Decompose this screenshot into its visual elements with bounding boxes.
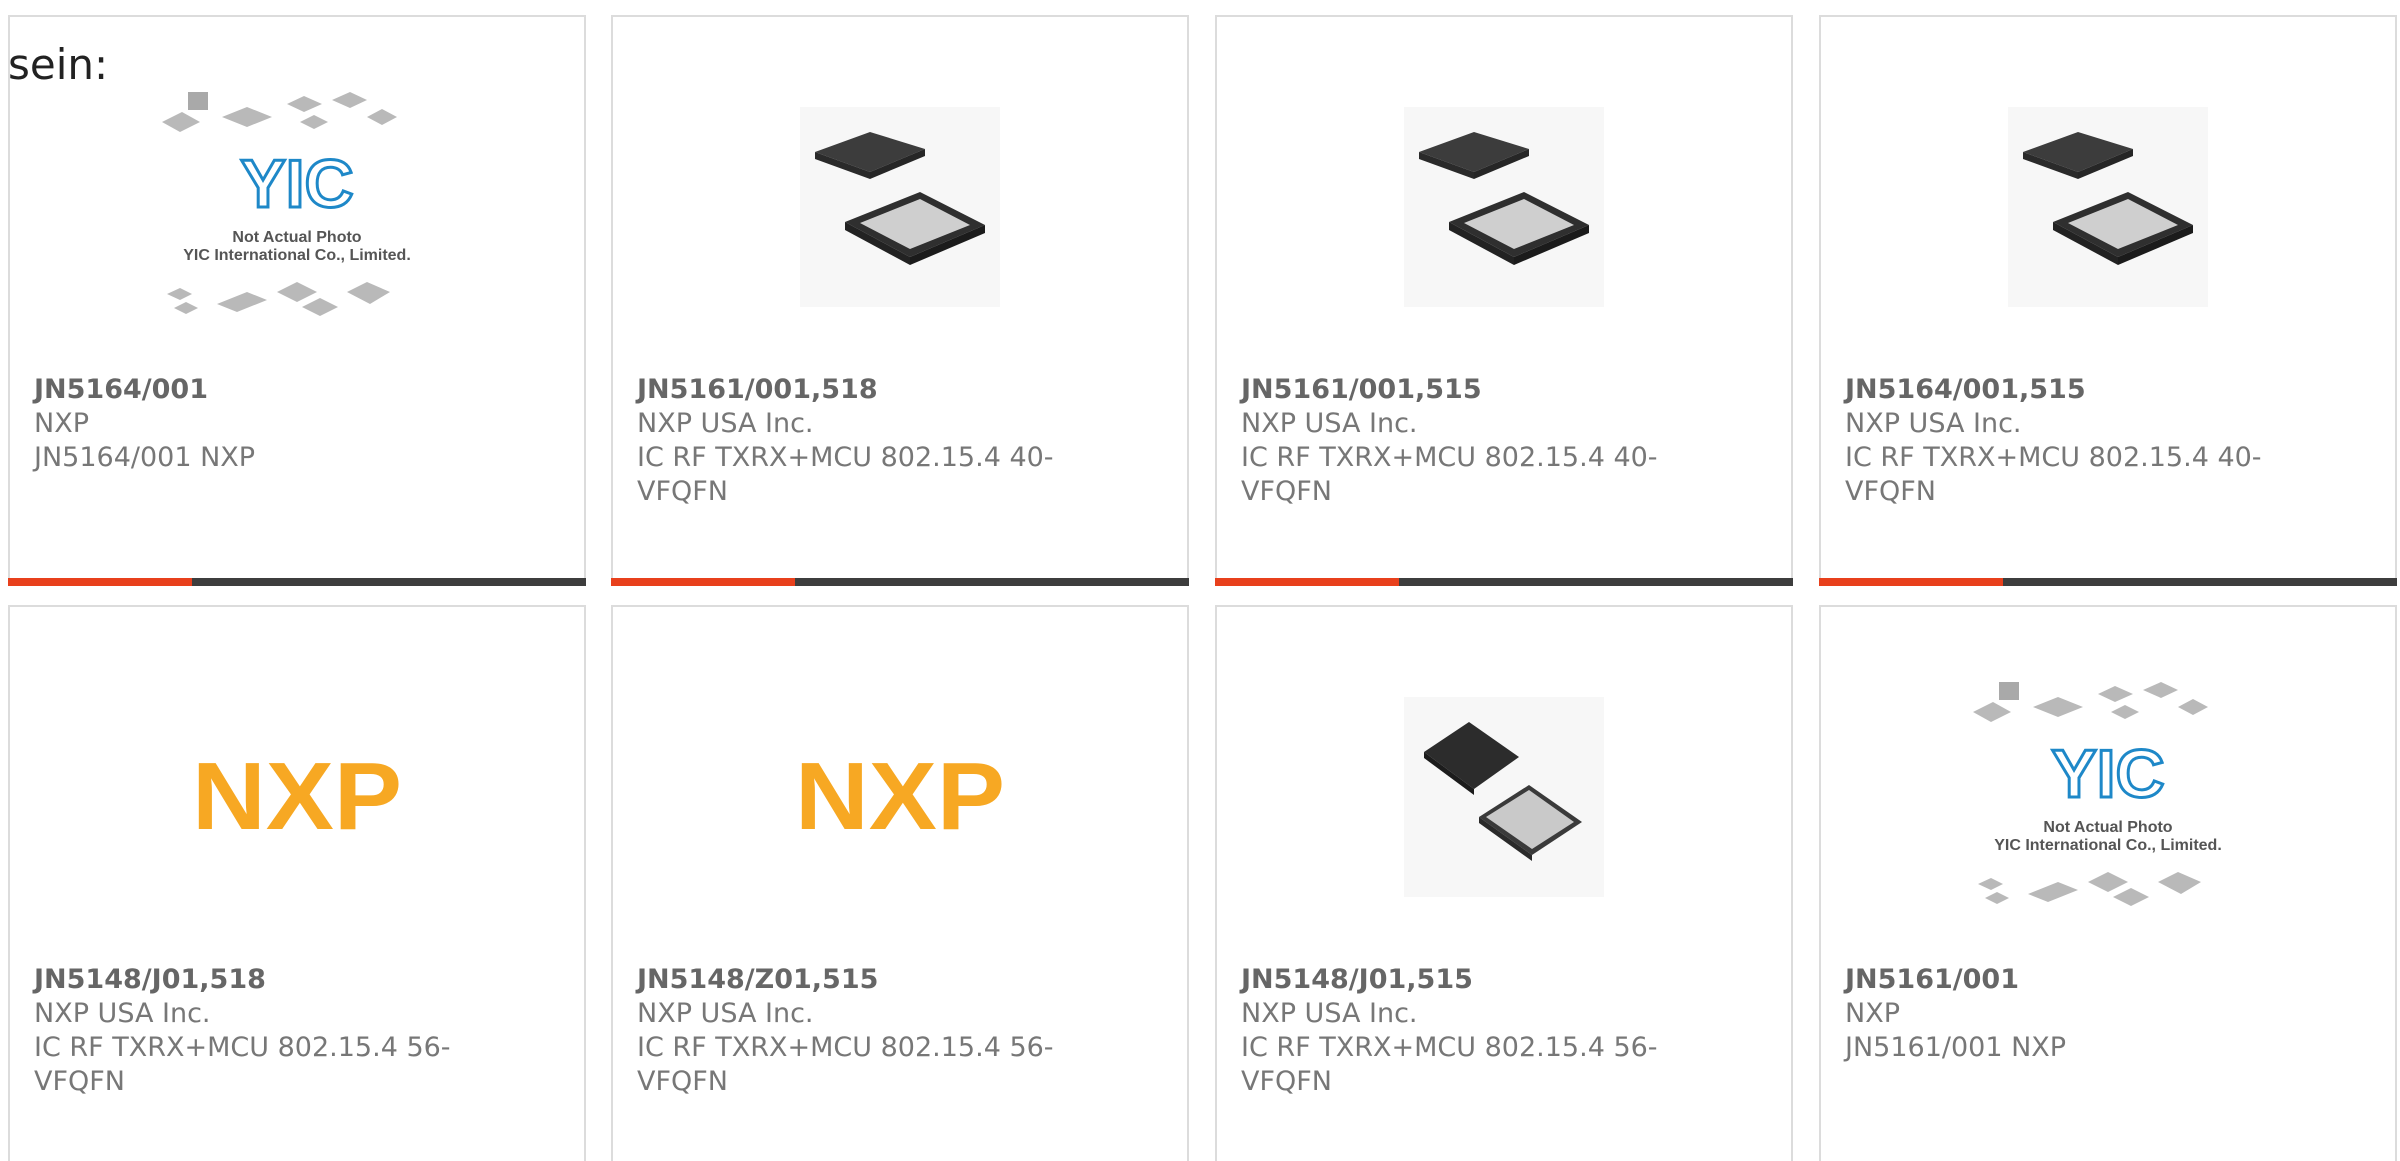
product-image[interactable] — [1217, 77, 1791, 337]
part-number-link[interactable]: JN5148/Z01,515 — [637, 963, 1163, 997]
product-details: JN5148/J01,515 NXP USA Inc. IC RF TXRX+M… — [1241, 963, 1767, 1099]
qfn-chip-icon — [800, 107, 1000, 307]
card-accent-bar — [611, 578, 795, 586]
svg-text:NXP: NXP — [192, 757, 402, 837]
manufacturer: NXP USA Inc. — [1845, 408, 2022, 439]
part-number-link[interactable]: JN5161/001,515 — [1241, 373, 1767, 407]
product-image[interactable] — [1821, 77, 2395, 337]
description: IC RF TXRX+MCU 802.15.4 56-VFQFN — [1241, 1032, 1658, 1097]
product-image[interactable]: NXP — [613, 667, 1187, 927]
not-actual-photo-placeholder-icon: YIC Not Actual Photo YIC International C… — [1973, 682, 2222, 906]
product-card[interactable]: JN5148/J01,515 NXP USA Inc. IC RF TXRX+M… — [1215, 605, 1793, 1161]
part-number-link[interactable]: JN5161/001,518 — [637, 373, 1163, 407]
product-card[interactable]: JN5161/001,518 NXP USA Inc. IC RF TXRX+M… — [611, 15, 1189, 586]
part-number-link[interactable]: JN5148/J01,515 — [1241, 963, 1767, 997]
manufacturer: NXP USA Inc. — [34, 998, 211, 1029]
manufacturer: NXP USA Inc. — [637, 998, 814, 1029]
description: IC RF TXRX+MCU 802.15.4 40-VFQFN — [637, 442, 1054, 507]
product-details: JN5164/001 NXP JN5164/001 NXP — [34, 373, 560, 475]
qfn-chip-angled-icon — [1404, 697, 1604, 897]
product-details: JN5161/001 NXP JN5161/001 NXP — [1845, 963, 2371, 1065]
product-card[interactable]: YIC Not Actual Photo YIC International C… — [1819, 605, 2397, 1161]
card-bottom-bar — [8, 578, 586, 586]
product-card[interactable]: JN5161/001,515 NXP USA Inc. IC RF TXRX+M… — [1215, 15, 1793, 586]
card-bottom-bar — [1819, 578, 2397, 586]
svg-text:YIC: YIC — [240, 146, 353, 222]
description: JN5161/001 NXP — [1845, 1032, 2067, 1063]
product-card[interactable]: NXP JN5148/J01,518 NXP USA Inc. IC RF TX… — [8, 605, 586, 1161]
product-details: JN5161/001,518 NXP USA Inc. IC RF TXRX+M… — [637, 373, 1163, 509]
product-image[interactable]: YIC Not Actual Photo YIC International C… — [1821, 667, 2395, 927]
nxp-logo-icon: NXP — [795, 757, 1005, 837]
card-accent-bar — [1215, 578, 1399, 586]
part-number-link[interactable]: JN5164/001,515 — [1845, 373, 2371, 407]
svg-text:YIC International Co., Limited: YIC International Co., Limited. — [183, 247, 411, 264]
product-image[interactable] — [1217, 667, 1791, 927]
card-accent-bar — [1819, 578, 2003, 586]
qfn-chip-icon — [1404, 107, 1604, 307]
product-card[interactable]: JN5164/001,515 NXP USA Inc. IC RF TXRX+M… — [1819, 15, 2397, 586]
part-number-link[interactable]: JN5161/001 — [1845, 963, 2371, 997]
product-image[interactable]: YIC Not Actual Photo YIC International C… — [10, 77, 584, 337]
product-image[interactable]: NXP — [10, 667, 584, 927]
product-image[interactable] — [613, 77, 1187, 337]
svg-text:YIC: YIC — [2051, 736, 2164, 812]
product-details: JN5148/Z01,515 NXP USA Inc. IC RF TXRX+M… — [637, 963, 1163, 1099]
product-details: JN5148/J01,518 NXP USA Inc. IC RF TXRX+M… — [34, 963, 560, 1099]
product-details: JN5164/001,515 NXP USA Inc. IC RF TXRX+M… — [1845, 373, 2371, 509]
product-details: JN5161/001,515 NXP USA Inc. IC RF TXRX+M… — [1241, 373, 1767, 509]
svg-text:NXP: NXP — [795, 757, 1005, 837]
product-grid-page: sein: YIC Not Actual Photo YIC Internati… — [0, 0, 2400, 1161]
description: IC RF TXRX+MCU 802.15.4 40-VFQFN — [1241, 442, 1658, 507]
card-accent-bar — [8, 578, 192, 586]
card-bottom-bar — [611, 578, 1189, 586]
description: IC RF TXRX+MCU 802.15.4 40-VFQFN — [1845, 442, 2262, 507]
card-bottom-bar — [1215, 578, 1793, 586]
manufacturer: NXP USA Inc. — [637, 408, 814, 439]
svg-text:YIC International Co., Limited: YIC International Co., Limited. — [1994, 837, 2222, 854]
description: JN5164/001 NXP — [34, 442, 256, 473]
product-card[interactable]: NXP JN5148/Z01,515 NXP USA Inc. IC RF TX… — [611, 605, 1189, 1161]
product-card[interactable]: YIC Not Actual Photo YIC International C… — [8, 15, 586, 586]
description: IC RF TXRX+MCU 802.15.4 56-VFQFN — [637, 1032, 1054, 1097]
manufacturer: NXP — [1845, 998, 1900, 1029]
qfn-chip-icon — [2008, 107, 2208, 307]
svg-text:Not Actual Photo: Not Actual Photo — [232, 229, 361, 246]
manufacturer: NXP USA Inc. — [1241, 998, 1418, 1029]
svg-text:Not Actual Photo: Not Actual Photo — [2043, 819, 2172, 836]
part-number-link[interactable]: JN5164/001 — [34, 373, 560, 407]
nxp-logo-icon: NXP — [192, 757, 402, 837]
manufacturer: NXP — [34, 408, 89, 439]
part-number-link[interactable]: JN5148/J01,518 — [34, 963, 560, 997]
not-actual-photo-placeholder-icon: YIC Not Actual Photo YIC International C… — [162, 92, 411, 316]
intro-text: sein: — [8, 40, 109, 89]
manufacturer: NXP USA Inc. — [1241, 408, 1418, 439]
description: IC RF TXRX+MCU 802.15.4 56-VFQFN — [34, 1032, 451, 1097]
